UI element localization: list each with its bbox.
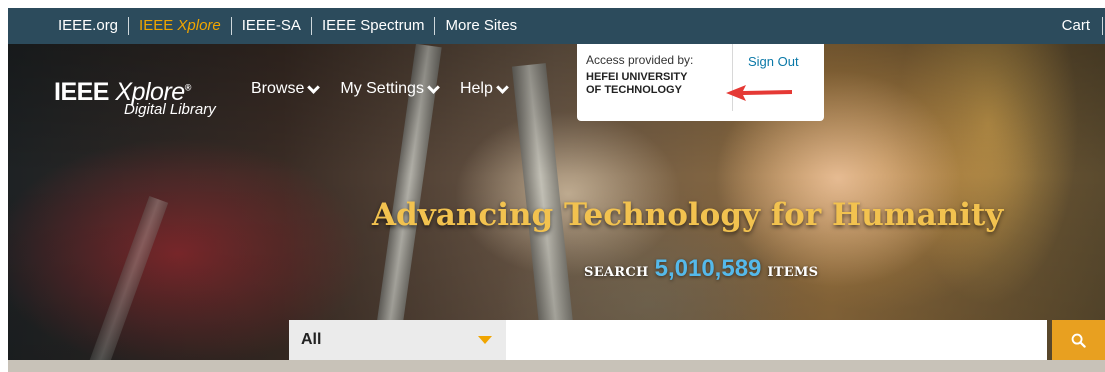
- logo-subtitle: Digital Library: [124, 101, 216, 118]
- ieee-meta-bar: IEEE.org IEEE Xplore IEEE-SA IEEE Spectr…: [8, 8, 1105, 44]
- caret-down-icon: [478, 336, 492, 344]
- cart-link[interactable]: Cart: [1052, 17, 1102, 35]
- meta-link-ieee-xplore-italic: Xplore: [177, 17, 221, 34]
- search-scope-value: All: [301, 331, 322, 348]
- red-arrow-annotation: [726, 85, 792, 101]
- meta-link-ieee-spectrum[interactable]: IEEE Spectrum: [312, 17, 435, 35]
- search-count-number: 5,010,589: [654, 255, 762, 282]
- logo-ieee-text: IEEE: [54, 78, 116, 106]
- nav-my-settings-label: My Settings: [340, 80, 424, 97]
- chevron-down-icon: [427, 80, 440, 94]
- institution-name-line1: HEFEI UNIVERSITY: [586, 71, 688, 83]
- chevron-down-icon: [495, 80, 509, 94]
- search-scope-select[interactable]: All: [289, 320, 506, 360]
- search-button[interactable]: [1052, 320, 1105, 360]
- meta-link-ieee-org[interactable]: IEEE.org: [48, 17, 128, 35]
- nav-help[interactable]: Help: [459, 80, 509, 98]
- nav-my-settings[interactable]: My Settings: [340, 80, 440, 98]
- sign-out-link[interactable]: Sign Out: [733, 44, 799, 121]
- search-input[interactable]: [506, 320, 1047, 360]
- search-icon: [1071, 333, 1086, 348]
- main-nav: Browse My Settings Help: [251, 80, 509, 98]
- search-count-suffix: ITEMS: [767, 265, 819, 280]
- meta-links: IEEE.org IEEE Xplore IEEE-SA IEEE Spectr…: [8, 8, 527, 44]
- institution-access-panel: Access provided by: HEFEI UNIVERSITY OF …: [577, 44, 824, 121]
- meta-link-ieee-xplore[interactable]: IEEE Xplore: [129, 17, 231, 35]
- meta-divider: [1102, 17, 1103, 35]
- meta-right: Cart: [1052, 8, 1105, 44]
- logo-registered-mark: ®: [184, 82, 192, 93]
- chevron-down-icon: [307, 80, 321, 94]
- hero-headline: Advancing Technology for Humanity: [372, 197, 1004, 233]
- access-info: Access provided by: HEFEI UNIVERSITY OF …: [577, 44, 733, 111]
- meta-link-ieee-xplore-prefix: IEEE: [139, 17, 178, 34]
- ieee-xplore-logo[interactable]: IEEE Xplore® Digital Library: [54, 78, 216, 118]
- search-count-prefix: SEARCH: [584, 265, 649, 280]
- access-label: Access provided by:: [586, 53, 694, 67]
- nav-browse-label: Browse: [251, 80, 305, 97]
- meta-link-more-sites[interactable]: More Sites: [435, 17, 527, 35]
- search-item-count: SEARCH 5,010,589 ITEMS: [584, 255, 818, 283]
- institution-name-line2: OF TECHNOLOGY: [586, 84, 682, 96]
- nav-browse[interactable]: Browse: [251, 80, 321, 98]
- page-margin: [0, 0, 8, 372]
- nav-help-label: Help: [459, 80, 493, 97]
- meta-link-ieee-sa[interactable]: IEEE-SA: [232, 17, 311, 35]
- hero-bottom-strip: [8, 360, 1105, 372]
